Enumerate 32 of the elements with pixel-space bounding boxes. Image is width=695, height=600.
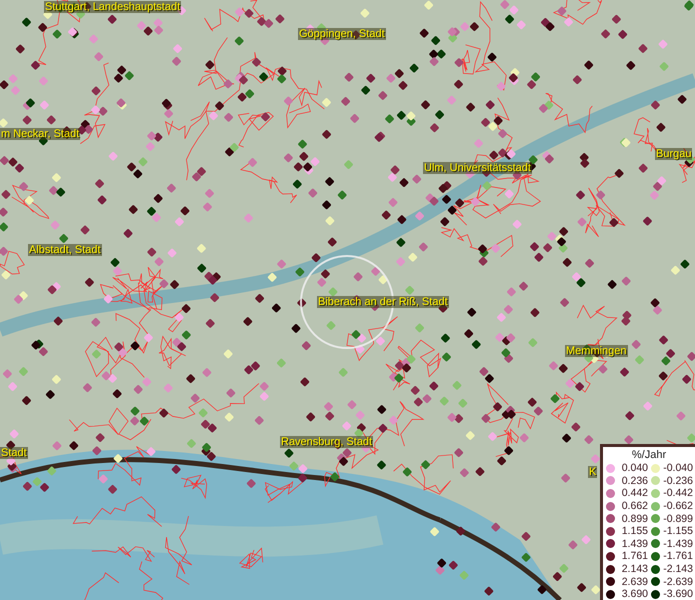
legend-value: -2.639: [663, 576, 693, 588]
legend-value: -0.662: [663, 500, 693, 512]
legend-value: -1.439: [663, 538, 693, 550]
legend-value: 1.439: [620, 538, 648, 550]
legend-value: 2.143: [620, 563, 648, 576]
legend-value: -0.040: [663, 462, 693, 474]
place-label: Stadt: [0, 447, 28, 459]
place-label: K: [588, 466, 598, 478]
legend-title: %/Jahr: [630, 449, 668, 462]
legend-value: -0.442: [663, 487, 693, 500]
legend-value: 0.662: [620, 500, 648, 512]
legend-value: 2.639: [620, 576, 648, 588]
legend-value: -3.690: [663, 588, 693, 600]
legend-value: 0.899: [620, 512, 648, 525]
place-label: Burgau: [655, 148, 692, 160]
legend-value: 1.761: [620, 550, 648, 562]
legend-value: 3.690: [620, 588, 648, 600]
legend-value: 0.040: [620, 462, 648, 474]
legend-value: -1.155: [663, 525, 693, 538]
place-label: Stuttgart, Landeshauptstadt: [44, 1, 182, 13]
legend-value: 0.442: [620, 487, 648, 500]
legend-value: -0.236: [663, 474, 693, 487]
place-label: Albstadt, Stadt: [28, 244, 102, 256]
place-label: Ulm, Universitätsstadt: [423, 162, 532, 174]
legend-value: 0.236: [620, 474, 648, 487]
legend-value: -0.899: [663, 512, 693, 525]
place-label: Ravensburg, Stadt: [280, 436, 374, 448]
place-label: Biberach an der Riß, Stadt: [317, 296, 449, 308]
place-label: Göppingen, Stadt: [298, 28, 386, 40]
legend-value: 1.155: [620, 525, 648, 538]
legend-value: -2.143: [663, 563, 693, 576]
legend-value: -1.761: [663, 550, 693, 562]
